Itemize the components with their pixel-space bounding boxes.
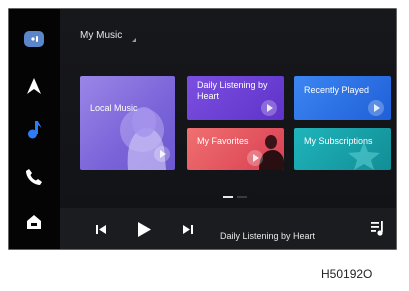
tile-label: My Favorites (197, 136, 249, 146)
home-icon[interactable] (23, 211, 45, 233)
tile-local-music[interactable]: Local Music (80, 76, 175, 170)
tile-label: Daily Listening by Heart (197, 80, 268, 101)
music-note-icon[interactable] (23, 119, 45, 141)
head-unit-screen: My Music Local Music Daily Listening by … (8, 8, 397, 250)
voice-assistant-icon[interactable] (23, 28, 45, 50)
play-icon[interactable] (368, 100, 384, 116)
phone-icon[interactable] (23, 166, 45, 188)
tile-label: Local Music (90, 103, 138, 113)
tile-daily-listening[interactable]: Daily Listening by Heart (187, 76, 284, 120)
player-bar: Daily Listening by Heart (60, 208, 396, 249)
tile-my-favorites[interactable]: My Favorites (187, 128, 284, 170)
sidebar (9, 9, 60, 249)
next-icon[interactable] (181, 222, 195, 236)
tile-label: Recently Played (304, 85, 370, 95)
page-title: My Music (80, 30, 123, 41)
tile-my-subscriptions[interactable]: My Subscriptions (294, 128, 391, 170)
tile-label: My Subscriptions (304, 136, 373, 146)
play-icon[interactable] (261, 100, 277, 116)
navigation-arrow-icon[interactable] (23, 75, 45, 97)
main-content: My Music Local Music Daily Listening by … (60, 9, 396, 249)
figure-code: H50192O (321, 267, 373, 281)
star-artwork (348, 142, 380, 170)
play-icon[interactable] (154, 146, 170, 162)
page-indicator-active (223, 196, 233, 198)
tile-recently-played[interactable]: Recently Played (294, 76, 391, 120)
singer-artwork (259, 135, 284, 170)
previous-icon[interactable] (94, 222, 108, 236)
page-indicator (237, 196, 247, 198)
play-icon[interactable] (247, 150, 263, 166)
play-icon[interactable] (136, 220, 152, 238)
dropdown-caret-icon[interactable] (132, 38, 136, 42)
now-playing-title: Daily Listening by Heart (220, 231, 316, 241)
playlist-icon[interactable] (370, 219, 386, 237)
